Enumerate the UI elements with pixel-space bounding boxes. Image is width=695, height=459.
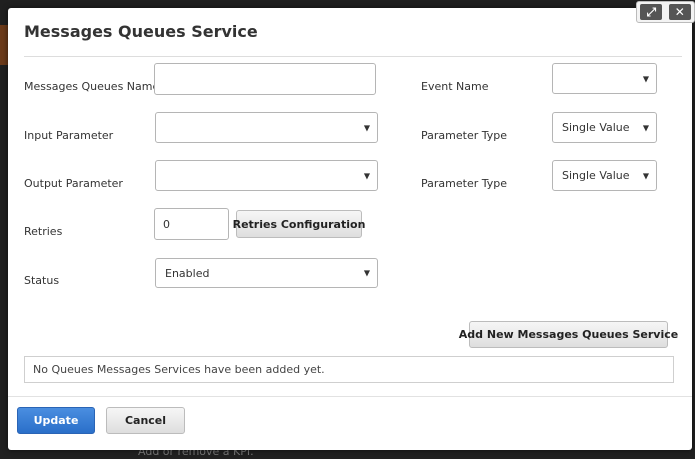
input-parameter-type-label: Parameter Type bbox=[421, 129, 507, 142]
retries-configuration-button[interactable]: Retries Configuration bbox=[233, 210, 365, 238]
footer-divider bbox=[8, 396, 692, 397]
event-name-select[interactable]: ▼ bbox=[552, 63, 657, 94]
add-new-messages-queues-service-button[interactable]: Add New Messages Queues Service bbox=[459, 321, 678, 348]
dialog-title: Messages Queues Service bbox=[24, 22, 258, 41]
status-label: Status bbox=[24, 274, 60, 287]
chevron-down-icon: ▼ bbox=[363, 123, 370, 132]
output-parameter-type-select[interactable]: Single Value ▼ bbox=[552, 160, 657, 191]
chevron-down-icon: ▼ bbox=[642, 74, 649, 83]
input-parameter-label: Input Parameter bbox=[24, 129, 114, 142]
update-button[interactable]: Update bbox=[17, 407, 95, 434]
backdrop-page-fragment bbox=[0, 25, 8, 65]
event-name-label: Event Name bbox=[421, 80, 489, 93]
chevron-down-icon: ▼ bbox=[363, 171, 370, 180]
status-value: Enabled bbox=[165, 266, 210, 280]
output-parameter-label: Output Parameter bbox=[24, 177, 123, 190]
close-icon[interactable]: ✕ bbox=[668, 4, 691, 20]
output-parameter-type-value: Single Value bbox=[562, 169, 630, 182]
retries-label: Retries bbox=[24, 225, 63, 238]
cancel-button[interactable]: Cancel bbox=[106, 407, 185, 434]
chevron-down-icon: ▼ bbox=[363, 268, 370, 278]
queue-name-input[interactable] bbox=[154, 63, 376, 95]
window-controls: ⤢ ✕ bbox=[636, 1, 695, 23]
queue-name-label: Messages Queues Name bbox=[24, 80, 160, 93]
chevron-down-icon: ▼ bbox=[642, 171, 649, 180]
input-parameter-type-value: Single Value bbox=[562, 121, 630, 134]
output-parameter-type-label: Parameter Type bbox=[421, 177, 507, 190]
chevron-down-icon: ▼ bbox=[642, 123, 649, 132]
input-parameter-select[interactable]: ▼ bbox=[155, 112, 378, 143]
retries-input[interactable] bbox=[154, 208, 229, 240]
expand-icon[interactable]: ⤢ bbox=[640, 4, 663, 20]
status-select[interactable]: Enabled ▼ bbox=[155, 258, 378, 288]
input-parameter-type-select[interactable]: Single Value ▼ bbox=[552, 112, 657, 143]
output-parameter-select[interactable]: ▼ bbox=[155, 160, 378, 191]
messages-queues-service-dialog: Messages Queues Service Messages Queues … bbox=[8, 8, 692, 450]
title-divider bbox=[24, 56, 682, 57]
empty-list-message: No Queues Messages Services have been ad… bbox=[24, 356, 674, 383]
